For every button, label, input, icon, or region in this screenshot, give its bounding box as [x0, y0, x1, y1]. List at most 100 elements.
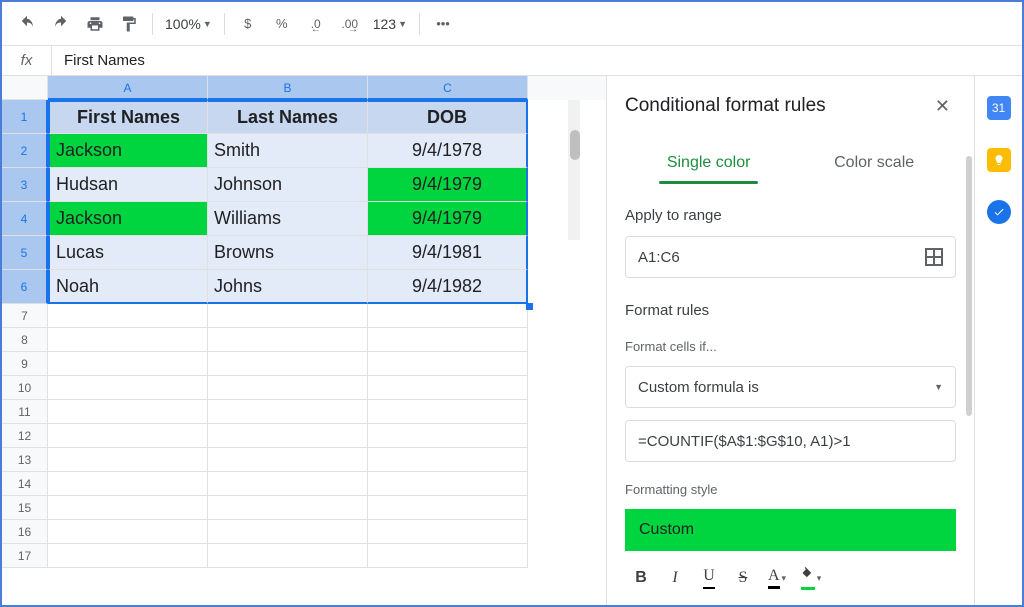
- condition-select[interactable]: Custom formula is ▼: [625, 366, 956, 408]
- row-header[interactable]: 10: [2, 376, 48, 400]
- undo-button[interactable]: [12, 9, 42, 39]
- formula-input[interactable]: =COUNTIF($A$1:$G$10, A1)>1: [625, 420, 956, 462]
- row-header[interactable]: 16: [2, 520, 48, 544]
- cell[interactable]: [48, 424, 208, 448]
- style-preview[interactable]: Custom: [625, 509, 956, 551]
- cell-a1[interactable]: First Names: [48, 100, 208, 134]
- cell[interactable]: [208, 496, 368, 520]
- fill-color-button[interactable]: ▾: [795, 563, 827, 593]
- tab-color-scale[interactable]: Color scale: [826, 144, 922, 182]
- cell-b4[interactable]: Williams: [208, 202, 368, 236]
- panel-scrollbar[interactable]: [966, 156, 972, 416]
- row-header[interactable]: 2: [2, 134, 48, 168]
- cell[interactable]: [368, 352, 528, 376]
- cell[interactable]: [48, 400, 208, 424]
- number-format-select[interactable]: 123 ▼: [369, 16, 411, 32]
- cell-c4[interactable]: 9/4/1979: [368, 202, 528, 236]
- cell[interactable]: [48, 472, 208, 496]
- paint-format-button[interactable]: [114, 9, 144, 39]
- zoom-select[interactable]: 100% ▼: [161, 16, 216, 32]
- strikethrough-button[interactable]: S: [727, 563, 759, 593]
- cell-b3[interactable]: Johnson: [208, 168, 368, 202]
- column-header-a[interactable]: A: [48, 76, 208, 100]
- underline-button[interactable]: U: [693, 563, 725, 593]
- cell[interactable]: [368, 448, 528, 472]
- row-header[interactable]: 9: [2, 352, 48, 376]
- cell-a5[interactable]: Lucas: [48, 236, 208, 270]
- cell-b1[interactable]: Last Names: [208, 100, 368, 134]
- vertical-scrollbar[interactable]: [568, 100, 580, 240]
- cell-a6[interactable]: Noah: [48, 270, 208, 304]
- row-header[interactable]: 13: [2, 448, 48, 472]
- row-header[interactable]: 17: [2, 544, 48, 568]
- row-header[interactable]: 1: [2, 100, 48, 134]
- cell-a4[interactable]: Jackson: [48, 202, 208, 236]
- redo-button[interactable]: [46, 9, 76, 39]
- keep-icon[interactable]: [987, 148, 1011, 172]
- cell[interactable]: [208, 424, 368, 448]
- row-header[interactable]: 7: [2, 304, 48, 328]
- row-header[interactable]: 4: [2, 202, 48, 236]
- select-all-corner[interactable]: [2, 76, 48, 100]
- print-button[interactable]: [80, 9, 110, 39]
- cell-b5[interactable]: Browns: [208, 236, 368, 270]
- cell[interactable]: [368, 304, 528, 328]
- currency-button[interactable]: $: [233, 9, 263, 39]
- cell[interactable]: [48, 520, 208, 544]
- column-header-c[interactable]: C: [368, 76, 528, 100]
- cell[interactable]: [48, 496, 208, 520]
- cell[interactable]: [208, 400, 368, 424]
- cell-c5[interactable]: 9/4/1981: [368, 236, 528, 270]
- cell-c2[interactable]: 9/4/1978: [368, 134, 528, 168]
- cell-b6[interactable]: Johns: [208, 270, 368, 304]
- row-header[interactable]: 11: [2, 400, 48, 424]
- column-header-b[interactable]: B: [208, 76, 368, 100]
- cell-b2[interactable]: Smith: [208, 134, 368, 168]
- close-button[interactable]: ✕: [929, 90, 956, 123]
- row-header[interactable]: 6: [2, 270, 48, 304]
- formula-input[interactable]: First Names: [52, 52, 1022, 69]
- bold-button[interactable]: B: [625, 563, 657, 593]
- spreadsheet-grid[interactable]: A B C 1 First Names Last Names DOB 2 Jac…: [2, 76, 606, 605]
- cell[interactable]: [208, 376, 368, 400]
- select-range-icon[interactable]: [925, 248, 943, 266]
- row-header[interactable]: 5: [2, 236, 48, 270]
- row-header[interactable]: 12: [2, 424, 48, 448]
- cell-a2[interactable]: Jackson: [48, 134, 208, 168]
- increase-decimal-button[interactable]: .00→: [335, 9, 365, 39]
- cell[interactable]: [208, 304, 368, 328]
- cell[interactable]: [368, 400, 528, 424]
- decrease-decimal-button[interactable]: .0←: [301, 9, 331, 39]
- cell[interactable]: [48, 352, 208, 376]
- text-color-button[interactable]: A▾: [761, 563, 793, 593]
- cell[interactable]: [368, 424, 528, 448]
- row-header[interactable]: 14: [2, 472, 48, 496]
- row-header[interactable]: 3: [2, 168, 48, 202]
- row-header[interactable]: 8: [2, 328, 48, 352]
- percent-button[interactable]: %: [267, 9, 297, 39]
- cell[interactable]: [208, 544, 368, 568]
- more-toolbar-button[interactable]: •••: [428, 9, 458, 39]
- selection-handle[interactable]: [526, 303, 533, 310]
- cell[interactable]: [368, 544, 528, 568]
- cell[interactable]: [368, 520, 528, 544]
- tab-single-color[interactable]: Single color: [659, 144, 759, 182]
- range-input[interactable]: A1:C6: [625, 236, 956, 278]
- cell-c1[interactable]: DOB: [368, 100, 528, 134]
- cell[interactable]: [368, 472, 528, 496]
- italic-button[interactable]: I: [659, 563, 691, 593]
- cell[interactable]: [368, 328, 528, 352]
- row-header[interactable]: 15: [2, 496, 48, 520]
- cell[interactable]: [48, 376, 208, 400]
- cell[interactable]: [208, 352, 368, 376]
- cell[interactable]: [48, 304, 208, 328]
- tasks-icon[interactable]: [987, 200, 1011, 224]
- cell[interactable]: [368, 376, 528, 400]
- calendar-icon[interactable]: 31: [987, 96, 1011, 120]
- cell[interactable]: [48, 328, 208, 352]
- cell[interactable]: [48, 544, 208, 568]
- cell-c3[interactable]: 9/4/1979: [368, 168, 528, 202]
- cell[interactable]: [48, 448, 208, 472]
- cell[interactable]: [208, 520, 368, 544]
- cell[interactable]: [208, 448, 368, 472]
